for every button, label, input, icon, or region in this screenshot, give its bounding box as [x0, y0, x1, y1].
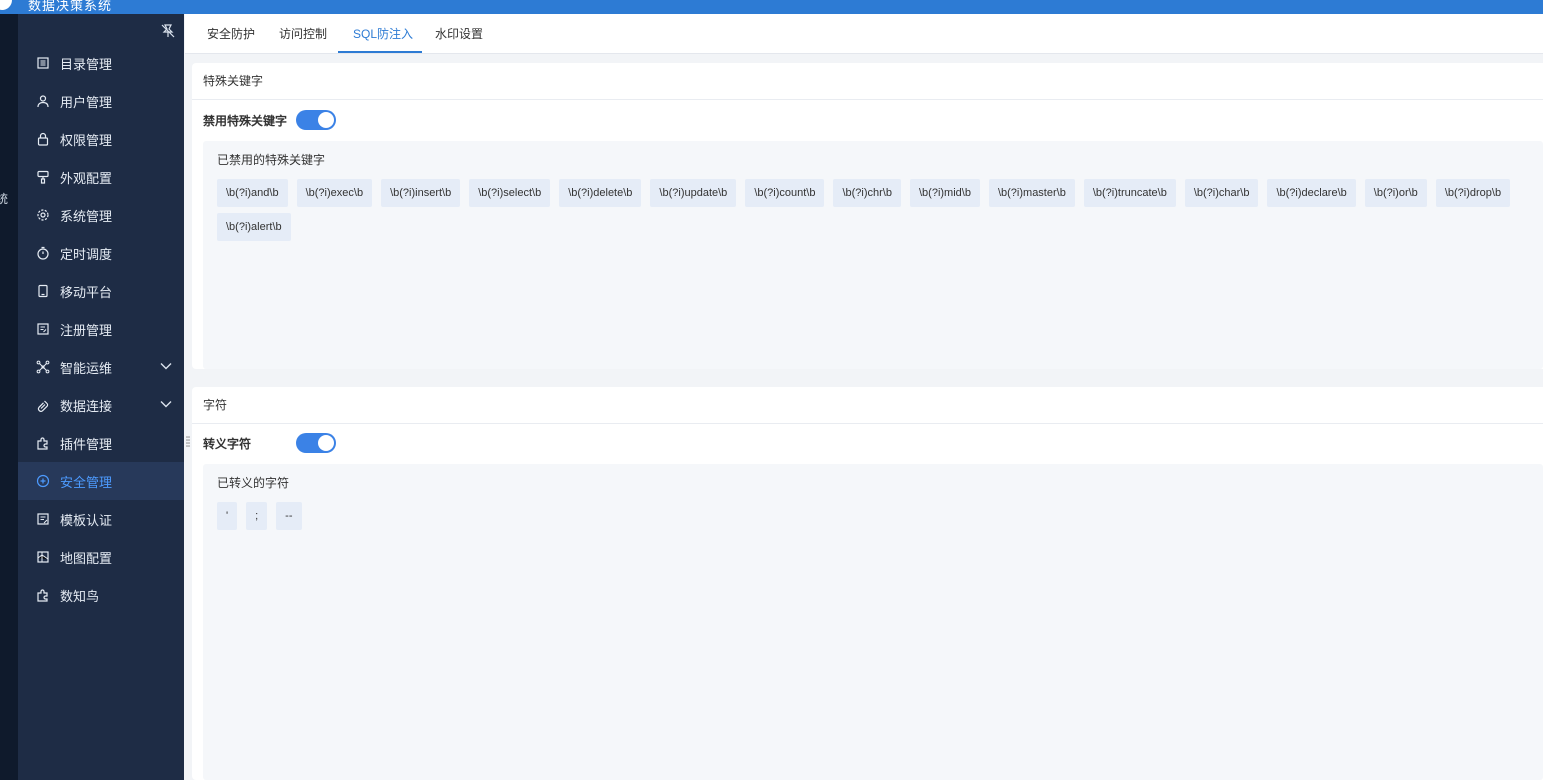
chip: \b(?i)delete\b [559, 179, 642, 207]
gear-icon [37, 209, 49, 221]
active-tab-indicator [338, 51, 422, 53]
sidebar-item-label: 智能运维 [60, 360, 113, 376]
keywords-header: 特殊关键字 [192, 63, 1543, 100]
sidebar-item-label: 用户管理 [60, 94, 113, 110]
chip: \b(?i)alert\b [217, 213, 291, 241]
left-rail: 统 [0, 14, 18, 780]
chip: \b(?i)insert\b [381, 179, 461, 207]
sidebar-item-label: 模板认证 [60, 512, 113, 528]
sidebar-item-2[interactable]: 用户管理 [18, 82, 184, 120]
lock-icon [37, 132, 49, 146]
keywords-box-title: 已禁用的特殊关键字 [217, 153, 326, 167]
chip: \b(?i)chr\b [833, 179, 901, 207]
chip: \b(?i)master\b [988, 179, 1075, 207]
chars-box-title: 已转义的字符 [217, 476, 290, 490]
chars-box: 已转义的字符 '; -- [203, 464, 1543, 780]
sidebar-item-7[interactable]: 移动平台 [18, 272, 184, 310]
sidebar-item-label: 目录管理 [60, 56, 113, 72]
resize-handle[interactable] [186, 436, 190, 448]
tab-sql-injection[interactable]: SQL防注入 [353, 14, 413, 54]
sidebar-item-11[interactable]: 插件管理 [18, 424, 184, 462]
plugin-icon [37, 437, 48, 450]
app-title: 数据决策系统 [28, 0, 113, 13]
logo-icon [0, 0, 12, 10]
tab-security-protection[interactable]: 安全防护 [207, 14, 255, 54]
rail-text: 统 [0, 192, 9, 206]
sidebar-item-6[interactable]: 定时调度 [18, 234, 184, 272]
chip: \b(?i)and\b [217, 179, 288, 207]
chip: -- [276, 502, 302, 530]
pin-icon[interactable] [161, 24, 175, 38]
timer-icon [37, 246, 49, 260]
sidebar-item-13[interactable]: 模板认证 [18, 500, 184, 538]
sidebar-item-15[interactable]: 数知鸟 [18, 576, 184, 614]
chevron-down-icon[interactable] [160, 400, 172, 408]
sidebar-item-8[interactable]: 注册管理 [18, 310, 184, 348]
keywords-switch-label: 禁用特殊关键字 [203, 113, 288, 128]
tab-bar: 安全防护 访问控制 SQL防注入 水印设置 [185, 14, 1543, 54]
chip: \b(?i)char\b [1184, 179, 1259, 207]
chip: ' [217, 502, 238, 530]
escape-chars-toggle[interactable] [296, 433, 336, 453]
keywords-panel: 特殊关键字 禁用特殊关键字 已禁用的特殊关键字 \b(?i)and\b \b(?i… [192, 63, 1543, 369]
template-icon [37, 513, 49, 525]
sidebar-item-label: 权限管理 [60, 132, 113, 148]
chip: \b(?i)select\b [469, 179, 551, 207]
sidebar-item-label: 插件管理 [60, 436, 113, 452]
network-icon [36, 360, 50, 374]
sidebar: 目录管理用户管理权限管理外观配置系统管理定时调度移动平台注册管理智能运维数据连接… [18, 14, 184, 780]
chars-switch-row: 转义字符 [203, 432, 336, 454]
sidebar-item-label: 外观配置 [60, 170, 113, 186]
puzzle-icon [37, 589, 48, 602]
register-icon [37, 323, 49, 335]
sidebar-item-label: 定时调度 [60, 246, 113, 262]
shield-icon [36, 474, 50, 488]
sidebar-item-label: 数知鸟 [60, 588, 100, 604]
sidebar-menu: 目录管理用户管理权限管理外观配置系统管理定时调度移动平台注册管理智能运维数据连接… [18, 44, 184, 614]
tab-watermark[interactable]: 水印设置 [435, 14, 483, 54]
chip: \b(?i)exec\b [296, 179, 373, 207]
toggle-knob [318, 112, 334, 128]
chip: \b(?i)truncate\b [1083, 179, 1176, 207]
chip: \b(?i)or\b [1364, 179, 1427, 207]
chip: \b(?i)mid\b [910, 179, 980, 207]
catalog-icon [37, 57, 49, 69]
chip: \b(?i)drop\b [1435, 179, 1511, 207]
chip: \b(?i)update\b [650, 179, 737, 207]
toggle-knob [318, 435, 334, 451]
sidebar-item-1[interactable]: 目录管理 [18, 44, 184, 82]
user-icon [37, 95, 49, 108]
chevron-down-icon[interactable] [160, 362, 172, 370]
tab-access-control[interactable]: 访问控制 [279, 14, 327, 54]
sidebar-item-3[interactable]: 权限管理 [18, 120, 184, 158]
sidebar-item-label: 注册管理 [60, 322, 113, 338]
sidebar-item-14[interactable]: 地图配置 [18, 538, 184, 576]
chip: \b(?i)count\b [745, 179, 825, 207]
keywords-switch-row: 禁用特殊关键字 [203, 109, 336, 131]
sidebar-item-label: 移动平台 [60, 284, 113, 300]
tablet-icon [38, 284, 48, 298]
top-bar: 数据决策系统 [0, 0, 1543, 14]
sidebar-item-label: 地图配置 [60, 550, 113, 566]
sidebar-item-9[interactable]: 智能运维 [18, 348, 184, 386]
chars-panel: 字符 转义字符 已转义的字符 '; -- [192, 387, 1543, 780]
sidebar-item-5[interactable]: 系统管理 [18, 196, 184, 234]
keyword-chip-list: \b(?i)and\b \b(?i)exec\b \b(?i)insert\b \b(… [217, 179, 1543, 247]
disable-keywords-toggle[interactable] [296, 110, 336, 130]
map-icon [37, 551, 49, 563]
chars-switch-label: 转义字符 [203, 436, 252, 451]
link-icon [37, 400, 49, 412]
sidebar-item-label: 系统管理 [60, 208, 113, 224]
chip: ; [246, 502, 268, 530]
sidebar-item-label: 安全管理 [60, 474, 113, 490]
chip: \b(?i)declare\b [1267, 179, 1356, 207]
brush-icon [37, 170, 49, 184]
char-chip-list: '; -- [217, 502, 1543, 536]
chars-header: 字符 [192, 387, 1543, 424]
keywords-box: 已禁用的特殊关键字 \b(?i)and\b \b(?i)exec\b \b(?i)i… [203, 141, 1543, 369]
sidebar-item-10[interactable]: 数据连接 [18, 386, 184, 424]
sidebar-item-4[interactable]: 外观配置 [18, 158, 184, 196]
sidebar-item-12[interactable]: 安全管理 [18, 462, 184, 500]
sidebar-item-label: 数据连接 [60, 398, 113, 414]
